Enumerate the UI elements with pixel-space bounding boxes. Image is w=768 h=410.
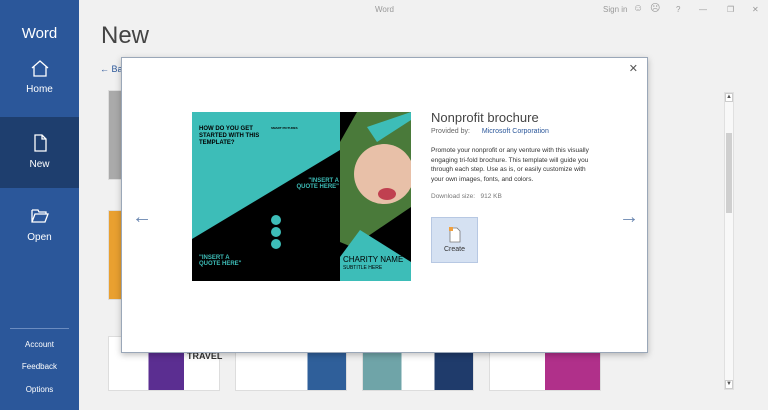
sidebar-item-open[interactable]: Open (0, 206, 79, 276)
download-size-value: 912 KB (480, 193, 502, 200)
sidebar: Word Home New Open Account Feedback Opti… (0, 0, 79, 410)
smile-icon[interactable]: ☺ (633, 3, 643, 14)
home-icon (31, 60, 48, 77)
folder-open-icon (30, 209, 49, 223)
create-label: Create (443, 246, 465, 253)
preview-quote: "INSERT A QUOTE HERE" (199, 255, 242, 267)
download-size-label: Download size: (431, 193, 476, 200)
close-window-button[interactable]: ✕ (752, 5, 759, 14)
provided-by: Provided by: Microsoft Corporation (431, 128, 549, 135)
help-button[interactable]: ? (676, 5, 680, 14)
title-bar: Word Sign in ☺ ☹ ? — ❐ ✕ (79, 0, 768, 18)
minimize-button[interactable]: — (699, 5, 707, 14)
scroll-thumb[interactable] (726, 133, 732, 213)
sign-in-link[interactable]: Sign in (603, 5, 627, 14)
restore-button[interactable]: ❐ (727, 5, 734, 14)
previous-arrow-icon[interactable]: ← (132, 206, 152, 229)
scroll-up-button[interactable]: ▲ (725, 93, 733, 102)
account-link[interactable]: Account (0, 340, 79, 349)
options-link[interactable]: Options (0, 385, 79, 394)
preview-charity-name: CHARITY NAME (343, 255, 404, 264)
template-preview-image: HOW DO YOU GET STARTED WITH THIS TEMPLAT… (192, 112, 411, 281)
preview-quote: "INSERT A QUOTE HERE" (296, 178, 339, 190)
new-document-icon (448, 227, 460, 243)
sidebar-item-label: Open (27, 232, 52, 243)
next-arrow-icon[interactable]: → (619, 206, 639, 229)
preview-smart: SMART PICTURES (271, 126, 298, 130)
template-preview-dialog: ✕ ← → HOW DO YOU GET STARTED WITH THIS T… (121, 57, 648, 353)
window-title: Word (375, 5, 394, 14)
template-description: Promote your nonprofit or any venture wi… (431, 147, 589, 183)
sidebar-item-label: Home (26, 84, 53, 95)
sidebar-item-new[interactable]: New (0, 117, 79, 188)
close-icon[interactable]: ✕ (629, 62, 638, 75)
provider-link[interactable]: Microsoft Corporation (482, 128, 549, 135)
sidebar-item-label: New (29, 159, 50, 170)
page-title: New (101, 22, 150, 49)
provided-by-label: Provided by: (431, 128, 470, 135)
feedback-link[interactable]: Feedback (0, 362, 79, 371)
create-button[interactable]: Create (431, 217, 478, 263)
scrollbar[interactable]: ▲ ▼ (724, 92, 734, 390)
frown-icon[interactable]: ☹ (650, 3, 660, 14)
new-document-icon (33, 134, 47, 152)
preview-heading: HOW DO YOU GET STARTED WITH THIS TEMPLAT… (199, 126, 260, 146)
back-arrow-icon: ← (100, 64, 112, 74)
download-size: Download size: 912 KB (431, 193, 502, 200)
preview-subtitle: SUBTITLE HERE (343, 265, 383, 271)
template-title: Nonprofit brochure (431, 110, 539, 125)
app-name: Word (21, 25, 58, 42)
divider (10, 328, 69, 329)
scroll-down-button[interactable]: ▼ (725, 380, 733, 389)
